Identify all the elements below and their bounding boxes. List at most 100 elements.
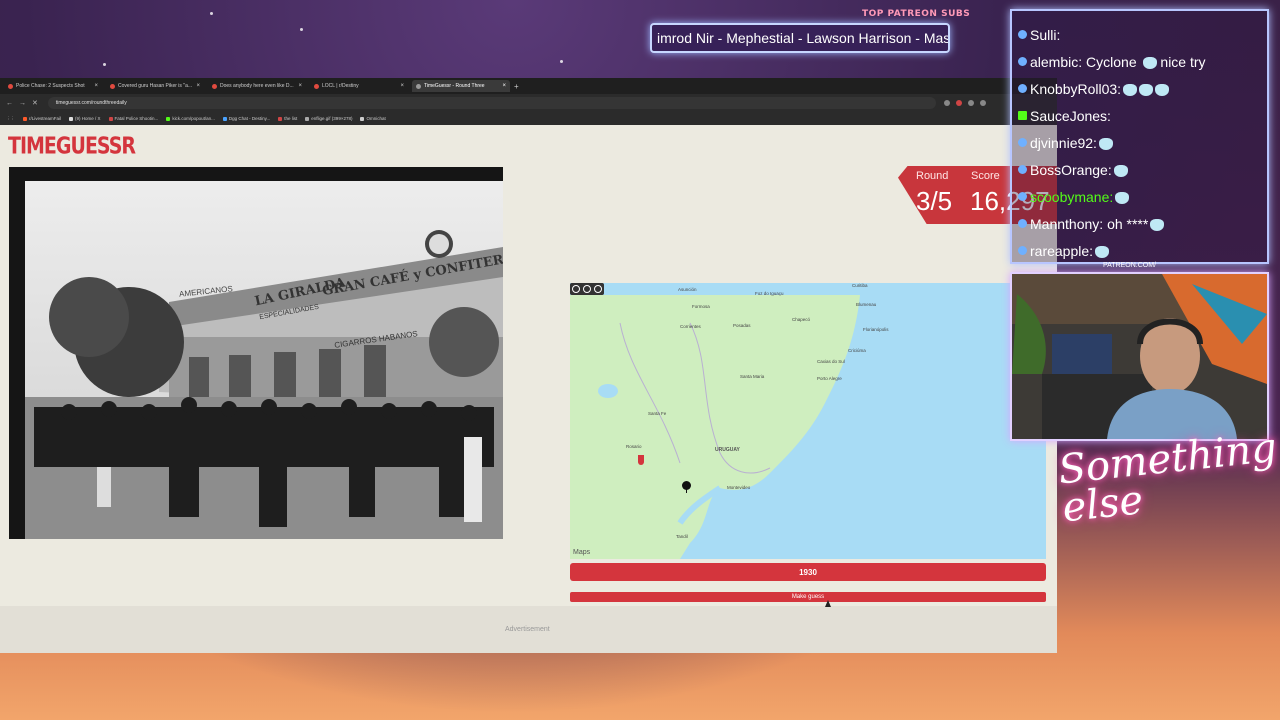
chat-message: rareapple: (1018, 243, 1110, 259)
extension-icon[interactable] (967, 100, 974, 106)
star-decoration (560, 60, 563, 63)
zoom-in-icon[interactable] (571, 285, 580, 293)
patreon-subs-label: TOP PATREON SUBS (862, 9, 971, 19)
reddit-icon (110, 83, 115, 89)
reddit-icon (314, 83, 319, 89)
apple-maps-logo: Maps (573, 549, 591, 556)
timeguessr-page: TIMEGUESSR LA GIRALDA GRAN CAFÉ y CONFIT… (0, 125, 1057, 653)
kick-badge-icon (1018, 111, 1027, 120)
chat-username: Mannthony: (1030, 216, 1104, 232)
bookmark-label: the list (284, 116, 298, 121)
chat-message: djvinnie92: (1018, 135, 1113, 151)
extension-icon[interactable] (955, 100, 962, 106)
map-label-country: URUGUAY (715, 447, 740, 453)
map-label: Criciúma (848, 348, 866, 353)
bookmark-label: enflige.gif (399×278) (311, 116, 353, 121)
apps-icon[interactable]: ⋮⋮ (6, 116, 15, 122)
profile-icon[interactable] (979, 100, 986, 106)
map-label: Florianópolis (863, 327, 889, 332)
ticker-text: imrod Nir - Mephestial - Lawson Harrison… (657, 30, 950, 46)
tab-destiny[interactable]: LOCL | r/Destiny × (310, 80, 408, 92)
emote-icon (1139, 84, 1154, 96)
tab-police-chase[interactable]: Police Chase: 2 Suspects Shot × (4, 80, 102, 92)
emote-icon (1142, 57, 1157, 69)
stop-icon[interactable]: ✕ (32, 99, 38, 107)
bookmark-item[interactable]: enflige.gif (399×278) (305, 116, 352, 121)
chat-username: KnobbyRoll03: (1030, 81, 1122, 97)
map-label: Caxias do Sul (817, 359, 845, 364)
chat-message: BossOrange: (1018, 162, 1128, 178)
tab-does-anybody[interactable]: Does anybody here even like D... × (208, 80, 306, 92)
map-label: Tandil (676, 534, 688, 539)
chat-badge-icon (1018, 219, 1027, 228)
bookmark-label: r/LivestreamFail (29, 116, 62, 121)
reddit-icon (212, 83, 217, 89)
address-bar-row: ← → ✕ timeguessr.com/roundthreedaily (0, 94, 1057, 112)
globe-icon (305, 116, 310, 121)
emote-icon (1115, 192, 1130, 204)
stream-chat: Sulli: alembic: Cyclone nice try KnobbyR… (1010, 9, 1269, 264)
close-icon[interactable]: × (400, 83, 404, 89)
map-label: Porto Alegre (817, 376, 842, 381)
tab-label: LOCL | r/Destiny (322, 83, 359, 89)
emote-icon (1150, 219, 1165, 231)
back-icon[interactable]: ← (6, 100, 13, 107)
map-pin-icon[interactable] (682, 481, 691, 493)
bookmark-item[interactable]: r/LivestreamFail (23, 116, 61, 121)
make-guess-button[interactable]: Make guess (570, 592, 1046, 602)
map-label: Blumenau (856, 302, 877, 307)
chat-message: alembic: Cyclone nice try (1018, 54, 1206, 70)
close-icon[interactable]: × (298, 83, 302, 89)
bookmark-item[interactable]: kick.com/popout/an... (166, 116, 215, 121)
map-label: Corrientes (680, 324, 701, 329)
year-slider[interactable]: 1930 (570, 563, 1046, 581)
chat-username: scoobymane: (1030, 189, 1114, 205)
bookmark-item[interactable]: Omnichat (360, 116, 386, 121)
historical-photo: LA GIRALDA GRAN CAFÉ y CONFITERÍA AMERIC… (9, 167, 503, 539)
star-decoration (300, 28, 303, 31)
bookmark-item[interactable]: the list (278, 116, 297, 121)
bookmark-label: kick.com/popout/an... (172, 116, 215, 121)
bookmark-star-icon[interactable] (943, 100, 950, 106)
new-tab-button[interactable]: + (514, 82, 519, 91)
advertisement-label: Advertisement (505, 626, 550, 633)
guess-map[interactable]: Asunción Curitiba Foz do Iguaçu Formosa … (570, 283, 1046, 559)
year-slider-thumb[interactable] (638, 455, 645, 465)
chat-message: KnobbyRoll03: (1018, 81, 1170, 97)
map-label: Curitiba (852, 283, 868, 288)
chat-username: rareapple: (1030, 243, 1094, 259)
tab-hasan[interactable]: Covered guru Hasan Piker is "a... × (106, 80, 204, 92)
tab-label: Police Chase: 2 Suspects Shot (16, 83, 85, 89)
bookmark-item[interactable]: Fatal Police Shootin... (108, 116, 158, 121)
chat-message: Sulli: (1018, 27, 1060, 43)
bookmark-item[interactable]: (9) Home / X (69, 116, 101, 121)
timeguessr-logo[interactable]: TIMEGUESSR (8, 133, 136, 159)
chat-text: nice try (1160, 54, 1206, 70)
bookmark-label: Omnichat (366, 116, 386, 121)
forward-icon[interactable]: → (19, 100, 26, 107)
close-icon[interactable]: × (94, 83, 98, 89)
chat-badge-icon (1018, 30, 1027, 39)
tab-label: Does anybody here even like D... (220, 83, 294, 89)
chat-badge-icon (1018, 246, 1027, 255)
close-icon[interactable]: × (196, 83, 200, 89)
zoom-out-icon[interactable] (582, 285, 591, 293)
dgg-icon (222, 116, 227, 121)
tab-timeguessr[interactable]: TimeGuessr - Round Three × (412, 80, 510, 92)
url-input[interactable]: timeguessr.com/roundthreedaily (47, 97, 936, 109)
emote-icon (1123, 84, 1138, 96)
close-icon[interactable]: × (502, 83, 506, 89)
extension-icons (943, 100, 986, 106)
map-controls[interactable] (570, 283, 604, 295)
advertisement-area: Advertisement (0, 606, 1057, 653)
omnichat-icon (360, 116, 365, 121)
bookmarks-bar: ⋮⋮ r/LivestreamFail (9) Home / X Fatal P… (0, 112, 1057, 125)
fullscreen-icon[interactable] (594, 285, 603, 293)
bookmark-item[interactable]: Dgg Chat - Destiny... (222, 116, 270, 121)
map-label: Asunción (678, 287, 697, 292)
star-decoration (103, 63, 106, 66)
chat-message: SauceJones: (1018, 108, 1111, 124)
kick-icon (166, 116, 171, 121)
map-label: Montevideo (727, 485, 751, 490)
map-label: Chapecó (792, 317, 811, 322)
